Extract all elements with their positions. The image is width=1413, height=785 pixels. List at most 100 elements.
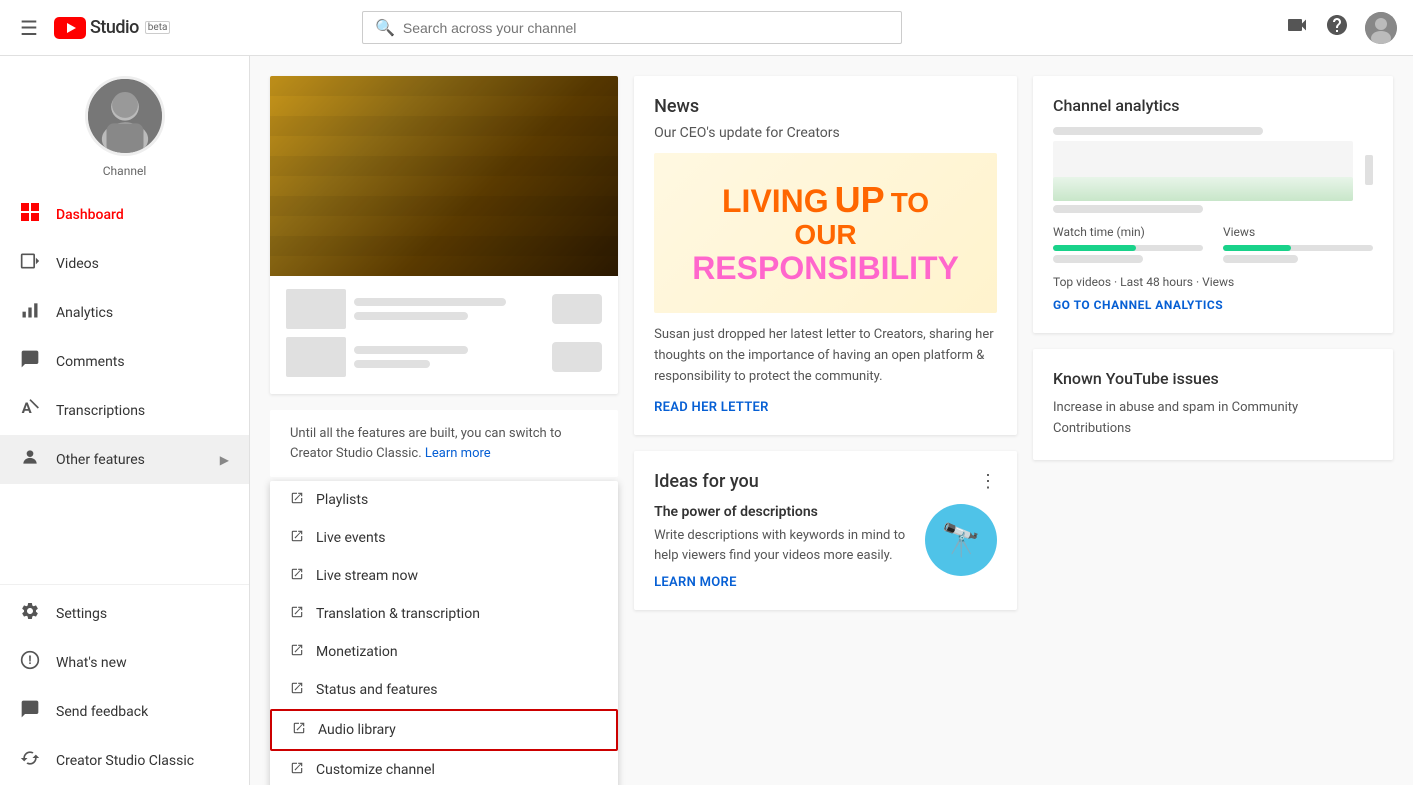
ideas-icon-circle: 🔭 [925, 504, 997, 576]
go-to-channel-analytics-link[interactable]: GO TO CHANNEL ANALYTICS [1053, 298, 1223, 312]
sidebar-item-analytics[interactable]: Analytics [0, 288, 249, 337]
dropdown-item-live-stream-now[interactable]: Live stream now [270, 557, 618, 595]
channel-label: Channel [103, 164, 146, 178]
external-link-icon-translation [290, 605, 304, 623]
sidebar-item-dashboard[interactable]: Dashboard [0, 190, 249, 239]
ideas-card: Ideas for you ⋮ The power of description… [634, 451, 1017, 610]
logo[interactable]: Studio beta [54, 17, 171, 39]
analytics-graph-placeholder [1053, 127, 1353, 213]
video-info [270, 276, 618, 394]
stat-watch-time: Watch time (min) [1053, 225, 1203, 263]
search-icon: 🔍 [375, 18, 395, 37]
sidebar-item-settings[interactable]: Settings [0, 589, 249, 638]
news-body: Susan just dropped her latest letter to … [654, 325, 997, 387]
sidebar-avatar[interactable] [85, 76, 165, 156]
help-icon[interactable] [1325, 13, 1349, 42]
learn-more-link[interactable]: Learn more [425, 446, 491, 461]
ideas-item: The power of descriptions Write descript… [654, 504, 997, 590]
sidebar-item-label-creator-studio: Creator Studio Classic [56, 753, 194, 769]
ideas-header: Ideas for you ⋮ [654, 471, 997, 492]
external-link-icon-live-stream [290, 567, 304, 585]
youtube-logo-icon [54, 17, 86, 39]
video-thumbnail [270, 76, 618, 276]
sidebar-item-send-feedback[interactable]: Send feedback [0, 687, 249, 736]
topbar-right [1285, 12, 1397, 44]
dropdown-item-playlists[interactable]: Playlists [270, 481, 618, 519]
blur-thumb-2 [286, 337, 346, 377]
sidebar-item-videos[interactable]: Videos [0, 239, 249, 288]
headline-up: UP [835, 180, 885, 220]
create-video-icon[interactable] [1285, 13, 1309, 42]
other-features-arrow-icon: ▶ [220, 453, 229, 467]
sidebar-item-label-whats-new: What's new [56, 655, 127, 671]
sidebar-item-whats-new[interactable]: ! What's new [0, 638, 249, 687]
views-bar-fill [1223, 245, 1291, 251]
ideas-more-options-button[interactable]: ⋮ [979, 471, 997, 492]
topbar: ☰ Studio beta 🔍 [0, 0, 1413, 56]
news-headline: LIVING UP TO OUR RESPONSIBILITY [692, 180, 959, 286]
blurred-row-1 [286, 288, 602, 330]
dropdown-item-monetization[interactable]: Monetization [270, 633, 618, 671]
blur-line-s2 [354, 360, 430, 368]
sidebar-item-label-comments: Comments [56, 354, 125, 370]
main-content: Until all the features are built, you ca… [250, 56, 1413, 785]
creator-studio-classic-icon [20, 748, 40, 773]
ideas-text: The power of descriptions Write descript… [654, 504, 913, 590]
logo-text: Studio [90, 17, 139, 38]
dropdown-item-customize-channel[interactable]: Customize channel [270, 751, 618, 785]
headline-living: LIVING [722, 184, 829, 219]
layout: Channel Dashboard Videos [0, 56, 1413, 785]
dropdown-item-translation[interactable]: Translation & transcription [270, 595, 618, 633]
sidebar-nav: Dashboard Videos Analytics [0, 190, 249, 584]
graph-right-indicator [1365, 127, 1373, 213]
external-link-icon-playlists [290, 491, 304, 509]
avatar[interactable] [1365, 12, 1397, 44]
video-thumb-pixels [270, 76, 618, 276]
ideas-learn-more-link[interactable]: LEARN MORE [654, 575, 913, 590]
ideas-item-title: The power of descriptions [654, 504, 913, 520]
search-bar[interactable]: 🔍 [362, 11, 902, 44]
views-value [1223, 255, 1298, 263]
blur-thumb [286, 289, 346, 329]
sidebar-item-transcriptions[interactable]: A Transcriptions [0, 386, 249, 435]
other-features-icon [20, 447, 40, 472]
watch-time-bar-fill [1053, 245, 1136, 251]
dropdown-label-live-events: Live events [316, 530, 386, 546]
hamburger-button[interactable]: ☰ [16, 12, 42, 44]
ideas-title: Ideas for you [654, 471, 759, 492]
news-card: News Our CEO's update for Creators LIVIN… [634, 76, 1017, 435]
sidebar-item-label-settings: Settings [56, 606, 107, 622]
external-link-icon-status [290, 681, 304, 699]
dropdown-item-audio-library[interactable]: Audio library [270, 709, 618, 751]
comments-icon [20, 349, 40, 374]
sidebar-item-other-features[interactable]: Other features ▶ [0, 435, 249, 484]
read-her-letter-link[interactable]: READ HER LETTER [654, 400, 769, 415]
sidebar-item-creator-studio-classic[interactable]: Creator Studio Classic [0, 736, 249, 785]
sidebar-item-comments[interactable]: Comments [0, 337, 249, 386]
topbar-left: ☰ Studio beta [16, 12, 170, 44]
blurred-row-2 [286, 336, 602, 378]
video-card [270, 76, 618, 394]
headline-our: OUR [794, 220, 856, 251]
analytics-card-title: Channel analytics [1053, 96, 1373, 115]
dropdown-label-audio-library: Audio library [318, 722, 396, 738]
news-image: LIVING UP TO OUR RESPONSIBILITY [654, 153, 997, 313]
external-link-icon-live-events [290, 529, 304, 547]
views-label: Views [1223, 225, 1373, 239]
issues-title: Known YouTube issues [1053, 369, 1373, 388]
dashboard-icon [20, 202, 40, 227]
sidebar-item-label-analytics: Analytics [56, 305, 113, 321]
avatar-image [1365, 12, 1397, 44]
search-input[interactable] [403, 20, 889, 36]
stat-views: Views [1223, 225, 1373, 263]
graph-bar-1 [1053, 127, 1263, 135]
center-panel: News Our CEO's update for Creators LIVIN… [634, 76, 1017, 765]
external-link-icon-monetization [290, 643, 304, 661]
dropdown-item-status-features[interactable]: Status and features [270, 671, 618, 709]
headline-to: TO [891, 188, 929, 219]
dropdown-item-live-events[interactable]: Live events [270, 519, 618, 557]
blur-line-stat [552, 294, 602, 324]
graph-fill [1053, 177, 1353, 201]
sidebar-bottom: Settings ! What's new Send feedback [0, 584, 249, 785]
main-left: Until all the features are built, you ca… [270, 76, 618, 765]
